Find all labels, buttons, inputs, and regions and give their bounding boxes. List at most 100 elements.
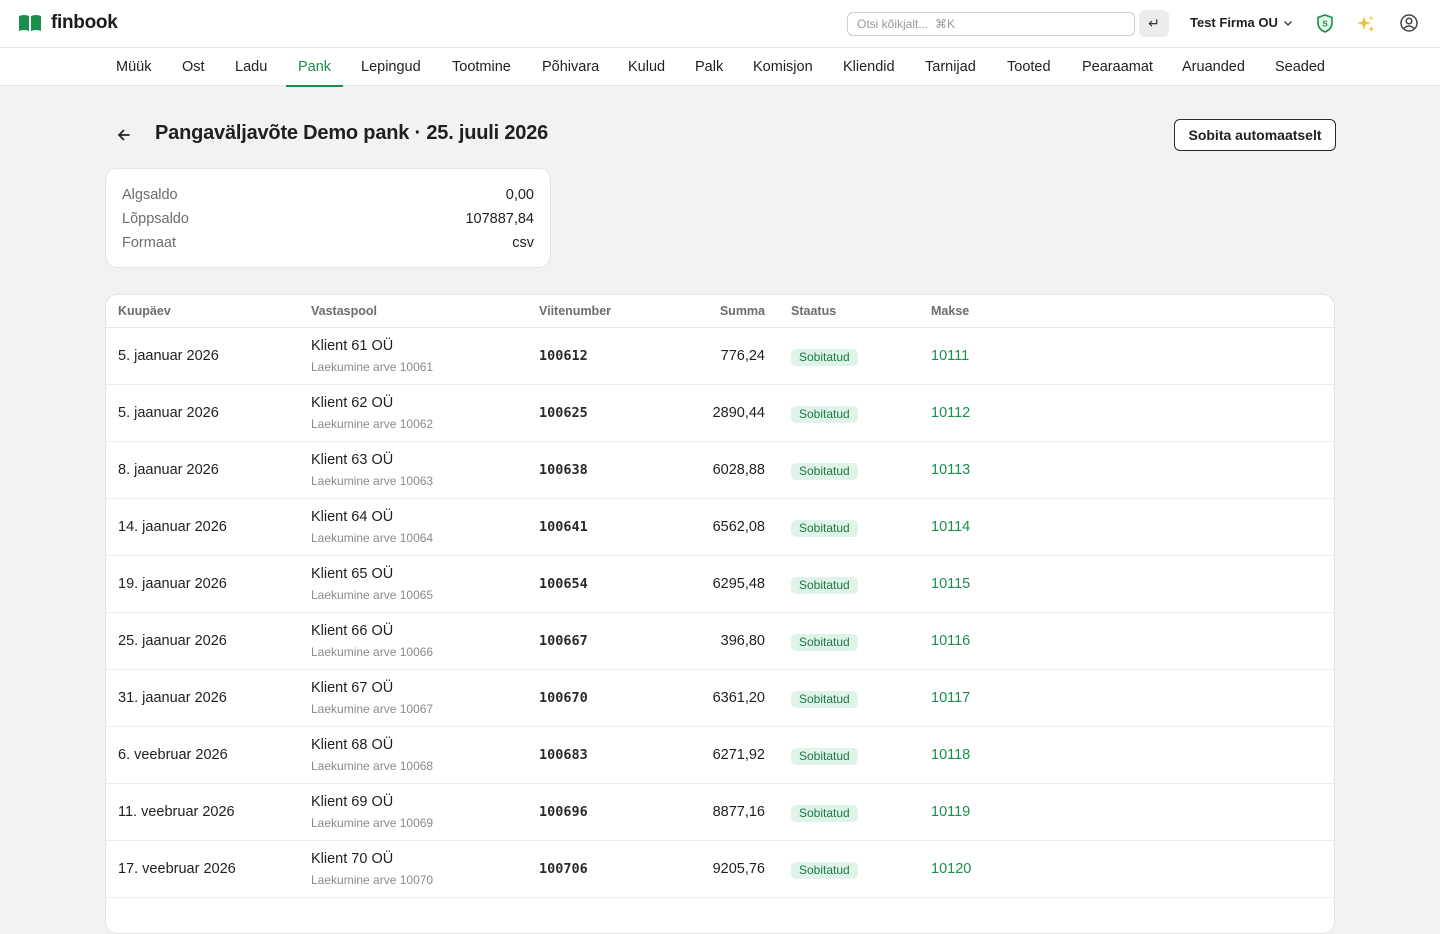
- nav-item-palk[interactable]: Palk: [683, 48, 735, 86]
- statement-summary: Algsaldo 0,00 Lõppsaldo 107887,84 Formaa…: [105, 168, 551, 268]
- payment-link[interactable]: 10115: [931, 576, 970, 592]
- nav-item-ladu[interactable]: Ladu: [223, 48, 279, 86]
- payment-link[interactable]: 10113: [931, 462, 970, 478]
- table-header: Kuupäev Vastaspool Viitenumber Summa Sta…: [106, 295, 1334, 328]
- search-submit-button[interactable]: ↵: [1139, 10, 1169, 37]
- nav-item-kulud[interactable]: Kulud: [616, 48, 677, 86]
- status-badge: Sobitatud: [791, 463, 858, 480]
- row-reference: 100638: [539, 462, 588, 478]
- table-row[interactable]: 25. jaanuar 2026 Klient 66 OÜ Laekumine …: [106, 613, 1334, 670]
- sparkle-icon[interactable]: [1355, 13, 1377, 35]
- back-arrow-icon[interactable]: [114, 125, 134, 145]
- table-row[interactable]: 14. jaanuar 2026 Klient 64 OÜ Laekumine …: [106, 499, 1334, 556]
- table-row[interactable]: 11. veebruar 2026 Klient 69 OÜ Laekumine…: [106, 784, 1334, 841]
- row-sum: 6271,92: [712, 747, 765, 763]
- row-reference: 100683: [539, 747, 588, 763]
- column-header-party[interactable]: Vastaspool: [311, 304, 377, 318]
- payment-link[interactable]: 10118: [931, 747, 970, 763]
- company-switcher[interactable]: Test Firma OU: [1190, 15, 1293, 30]
- payment-link[interactable]: 10112: [931, 405, 970, 421]
- table-row[interactable]: 31. jaanuar 2026 Klient 67 OÜ Laekumine …: [106, 670, 1334, 727]
- payment-link[interactable]: 10117: [931, 690, 970, 706]
- row-party: Klient 66 OÜ: [311, 623, 394, 639]
- summary-row-format: Formaat csv: [122, 231, 534, 255]
- column-header-status[interactable]: Staatus: [791, 304, 836, 318]
- summary-label: Algsaldo: [122, 187, 178, 203]
- table-row[interactable]: 8. jaanuar 2026 Klient 63 OÜ Laekumine a…: [106, 442, 1334, 499]
- nav-item-tootmine[interactable]: Tootmine: [440, 48, 523, 86]
- row-sum: 8877,16: [712, 804, 765, 820]
- row-date: 5. jaanuar 2026: [118, 348, 219, 364]
- column-header-payment[interactable]: Makse: [931, 304, 969, 318]
- table-row[interactable]: 5. jaanuar 2026 Klient 61 OÜ Laekumine a…: [106, 328, 1334, 385]
- row-party: Klient 70 OÜ: [311, 851, 394, 867]
- payment-link[interactable]: 10119: [931, 804, 970, 820]
- row-sum: 9205,76: [712, 861, 765, 877]
- transactions-table: Kuupäev Vastaspool Viitenumber Summa Sta…: [105, 294, 1335, 934]
- nav-item-aruanded[interactable]: Aruanded: [1170, 48, 1257, 86]
- column-header-sum[interactable]: Summa: [720, 304, 765, 318]
- row-date: 25. jaanuar 2026: [118, 633, 227, 649]
- shield-icon[interactable]: S: [1314, 12, 1336, 34]
- main-nav: Müük Ost Ladu Pank Lepingud Tootmine Põh…: [0, 48, 1440, 87]
- nav-item-seaded[interactable]: Seaded: [1263, 48, 1337, 86]
- nav-item-tooted[interactable]: Tooted: [995, 48, 1063, 86]
- nav-item-tarnijad[interactable]: Tarnijad: [913, 48, 988, 86]
- row-date: 8. jaanuar 2026: [118, 462, 219, 478]
- row-reference: 100641: [539, 519, 588, 535]
- nav-item-ost[interactable]: Ost: [170, 48, 217, 86]
- table-row[interactable]: 6. veebruar 2026 Klient 68 OÜ Laekumine …: [106, 727, 1334, 784]
- row-date: 17. veebruar 2026: [118, 861, 236, 877]
- status-badge: Sobitatud: [791, 634, 858, 651]
- nav-item-myyk[interactable]: Müük: [104, 48, 163, 86]
- row-description: Laekumine arve 10065: [311, 588, 434, 602]
- row-description: Laekumine arve 10062: [311, 417, 434, 431]
- status-badge: Sobitatud: [791, 862, 858, 879]
- row-description: Laekumine arve 10070: [311, 873, 434, 887]
- nav-item-pohivara[interactable]: Põhivara: [530, 48, 611, 86]
- enter-icon: ↵: [1148, 15, 1160, 31]
- row-date: 31. jaanuar 2026: [118, 690, 227, 706]
- nav-item-pearaamat[interactable]: Pearaamat: [1070, 48, 1165, 86]
- payment-link[interactable]: 10116: [931, 633, 970, 649]
- column-header-ref[interactable]: Viitenumber: [539, 304, 611, 318]
- table-row[interactable]: 19. jaanuar 2026 Klient 65 OÜ Laekumine …: [106, 556, 1334, 613]
- row-reference: 100696: [539, 804, 588, 820]
- row-reference: 100654: [539, 576, 588, 592]
- summary-label: Formaat: [122, 235, 176, 251]
- status-badge: Sobitatud: [791, 805, 858, 822]
- auto-match-button[interactable]: Sobita automaatselt: [1174, 119, 1336, 151]
- nav-item-pank[interactable]: Pank: [286, 48, 344, 87]
- row-party: Klient 68 OÜ: [311, 737, 394, 753]
- row-description: Laekumine arve 10061: [311, 360, 434, 374]
- svg-text:S: S: [1322, 19, 1328, 28]
- payment-link[interactable]: 10120: [931, 861, 971, 877]
- book-logo-icon: [19, 15, 41, 31]
- status-badge: Sobitatud: [791, 691, 858, 708]
- brand[interactable]: finbook: [18, 12, 118, 34]
- nav-item-lepingud[interactable]: Lepingud: [349, 48, 433, 86]
- status-badge: Sobitatud: [791, 748, 858, 765]
- summary-label: Lõppsaldo: [122, 211, 189, 227]
- table-row[interactable]: 17. veebruar 2026 Klient 70 OÜ Laekumine…: [106, 841, 1334, 898]
- summary-value: 107887,84: [465, 211, 534, 227]
- summary-value: csv: [512, 235, 534, 251]
- top-bar: finbook ↵ Test Firma OU S: [0, 0, 1440, 48]
- row-party: Klient 63 OÜ: [311, 452, 394, 468]
- row-sum: 396,80: [720, 633, 765, 649]
- summary-row-opening-balance: Algsaldo 0,00: [122, 183, 534, 207]
- row-date: 5. jaanuar 2026: [118, 405, 219, 421]
- row-date: 6. veebruar 2026: [118, 747, 228, 763]
- summary-value: 0,00: [505, 187, 534, 203]
- user-icon[interactable]: [1398, 12, 1420, 34]
- brand-name: finbook: [51, 12, 118, 33]
- search-input[interactable]: [847, 12, 1135, 36]
- column-header-date[interactable]: Kuupäev: [118, 304, 171, 318]
- nav-item-kliendid[interactable]: Kliendid: [831, 48, 907, 86]
- payment-link[interactable]: 10111: [931, 348, 969, 364]
- nav-item-komisjon[interactable]: Komisjon: [741, 48, 825, 86]
- row-description: Laekumine arve 10064: [311, 531, 434, 545]
- page-title: Pangaväljavõte Demo pank · 25. juuli 202…: [155, 122, 549, 144]
- table-row[interactable]: 5. jaanuar 2026 Klient 62 OÜ Laekumine a…: [106, 385, 1334, 442]
- payment-link[interactable]: 10114: [931, 519, 970, 535]
